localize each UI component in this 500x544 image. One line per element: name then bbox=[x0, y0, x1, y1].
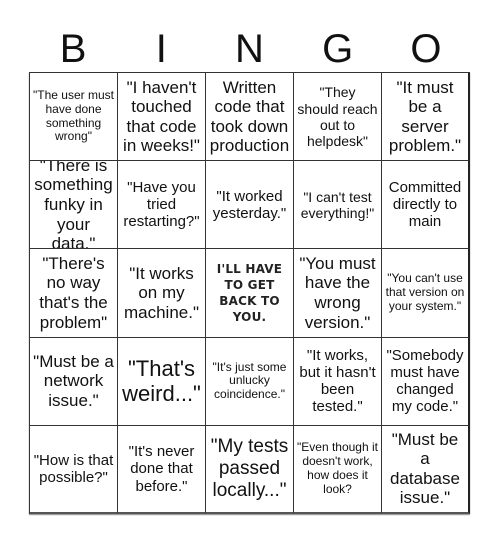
header-letter-b: B bbox=[59, 27, 87, 71]
bingo-cell[interactable]: "There's no way that's the problem" bbox=[30, 249, 118, 338]
bingo-cell[interactable]: Committed directly to main bbox=[382, 161, 470, 250]
bingo-cell[interactable]: "Must be a database issue." bbox=[382, 425, 470, 514]
bingo-cell[interactable]: "Somebody must have changed my code." bbox=[382, 337, 470, 426]
bingo-cell[interactable]: "It's just some unlucky coincidence." bbox=[206, 337, 294, 426]
bingo-cell[interactable]: "I haven't touched that code in weeks!" bbox=[118, 73, 206, 162]
bingo-cell[interactable]: "You can't use that version on your syst… bbox=[382, 249, 470, 338]
header-letter-n: N bbox=[235, 27, 264, 71]
bingo-cell[interactable]: "It's never done that before." bbox=[118, 425, 206, 514]
bingo-cell[interactable]: "My tests passed locally..." bbox=[206, 425, 294, 514]
bingo-cell[interactable]: "How is that possible?" bbox=[30, 425, 118, 514]
bingo-cell[interactable]: "It works on my machine." bbox=[118, 249, 206, 338]
header-letter-g: G bbox=[322, 27, 354, 71]
bingo-cell[interactable]: "That's weird..." bbox=[118, 337, 206, 426]
bingo-cell[interactable]: "I can't test everything!" bbox=[294, 161, 382, 250]
bingo-cell[interactable]: Written code that took down production bbox=[206, 73, 294, 162]
bingo-header: B I N G O bbox=[29, 27, 470, 72]
header-letter-i: I bbox=[155, 27, 167, 71]
header-letter-o: O bbox=[410, 27, 442, 71]
bingo-cell[interactable]: "You must have the wrong version." bbox=[294, 249, 382, 338]
free-space-cell[interactable]: I'LL HAVE TO GET BACK TO YOU. bbox=[206, 249, 294, 338]
bingo-cell[interactable]: "The user must have done something wrong… bbox=[30, 73, 118, 162]
free-space-image: I'LL HAVE TO GET BACK TO YOU. bbox=[216, 261, 283, 325]
bingo-cell[interactable]: "It works, but it hasn't been tested." bbox=[294, 337, 382, 426]
bingo-cell[interactable]: "Have you tried restarting?" bbox=[118, 161, 206, 250]
bingo-cell[interactable]: "Must be a network issue." bbox=[30, 337, 118, 426]
bingo-cell[interactable]: "They should reach out to helpdesk" bbox=[294, 73, 382, 162]
bingo-cell[interactable]: "It worked yesterday." bbox=[206, 161, 294, 250]
bingo-cell[interactable]: "It must be a server problem." bbox=[382, 73, 470, 162]
bingo-cell[interactable]: "There is something funky in your data." bbox=[30, 161, 118, 250]
bingo-board: "The user must have done something wrong… bbox=[29, 72, 470, 514]
bingo-cell[interactable]: "Even though it doesn't work, how does i… bbox=[294, 425, 382, 514]
